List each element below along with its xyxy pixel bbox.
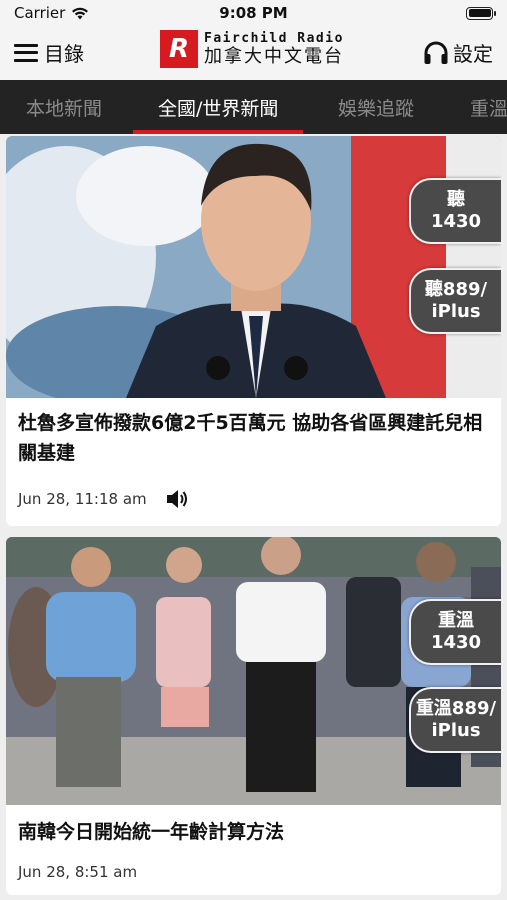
speaker-icon[interactable]	[165, 488, 189, 510]
radio-button-line1: 重溫	[438, 609, 474, 631]
category-tab-bar: 本地新聞 全國/世界新聞 娛樂追蹤 重溫	[0, 80, 507, 134]
news-card[interactable]: 聽 1430 聽889/ iPlus 杜魯多宣佈撥款6億2千5百萬元 協助各省區…	[6, 136, 501, 526]
replay-889-iplus-button[interactable]: 重溫889/ iPlus	[409, 687, 501, 753]
wifi-icon	[72, 7, 89, 19]
listen-1430-button[interactable]: 聽 1430	[409, 178, 501, 244]
menu-button[interactable]: 目錄	[14, 38, 84, 67]
headphones-icon	[424, 41, 448, 64]
tab-local-news[interactable]: 本地新聞	[26, 80, 102, 134]
listen-889-iplus-button[interactable]: 聽889/ iPlus	[409, 268, 501, 334]
news-card[interactable]: 重溫 1430 重溫889/ iPlus 南韓今日開始統一年齡計算方法 Jun …	[6, 537, 501, 895]
radio-button-line1: 聽	[447, 188, 465, 210]
news-title[interactable]: 杜魯多宣佈撥款6億2千5百萬元 協助各省區興建託兒相關基建	[18, 408, 489, 468]
battery-icon	[466, 6, 496, 20]
radio-button-line2: iPlus	[431, 301, 481, 322]
status-bar: Carrier 9:08 PM	[0, 0, 507, 26]
status-time: 9:08 PM	[219, 4, 288, 22]
tab-national-world-news[interactable]: 全國/世界新聞	[158, 80, 278, 134]
tab-replay[interactable]: 重溫	[470, 80, 507, 134]
active-tab-indicator	[133, 130, 303, 134]
news-timestamp: Jun 28, 8:51 am	[18, 863, 138, 881]
hamburger-icon	[14, 43, 38, 62]
settings-button[interactable]: 設定	[423, 38, 493, 67]
fairchild-logo[interactable]: R Fairchild Radio 加拿大中文電台	[160, 30, 344, 68]
news-photo: 聽 1430 聽889/ iPlus	[6, 136, 501, 398]
radio-button-line2: 1430	[430, 211, 482, 232]
news-photo: 重溫 1430 重溫889/ iPlus	[6, 537, 501, 805]
logo-mark: R	[160, 30, 198, 68]
app-header: 目錄 R Fairchild Radio 加拿大中文電台 設定	[0, 26, 507, 80]
radio-button-line2: 1430	[430, 632, 482, 653]
news-timestamp: Jun 28, 11:18 am	[18, 490, 147, 508]
menu-label: 目錄	[44, 42, 84, 66]
logo-text-en: Fairchild Radio	[204, 31, 344, 46]
news-meta: Jun 28, 11:18 am	[18, 488, 189, 510]
news-meta: Jun 28, 8:51 am	[18, 863, 137, 881]
logo-text-zh: 加拿大中文電台	[204, 46, 344, 67]
carrier-label: Carrier	[14, 4, 66, 22]
radio-button-line2: iPlus	[431, 720, 481, 741]
replay-1430-button[interactable]: 重溫 1430	[409, 599, 501, 665]
radio-button-line1: 聽889/	[424, 278, 488, 300]
status-left: Carrier	[14, 4, 89, 22]
news-title[interactable]: 南韓今日開始統一年齡計算方法	[18, 817, 489, 847]
tab-entertainment[interactable]: 娛樂追蹤	[338, 80, 414, 134]
settings-label: 設定	[453, 42, 493, 66]
radio-button-line1: 重溫889/	[415, 697, 497, 719]
